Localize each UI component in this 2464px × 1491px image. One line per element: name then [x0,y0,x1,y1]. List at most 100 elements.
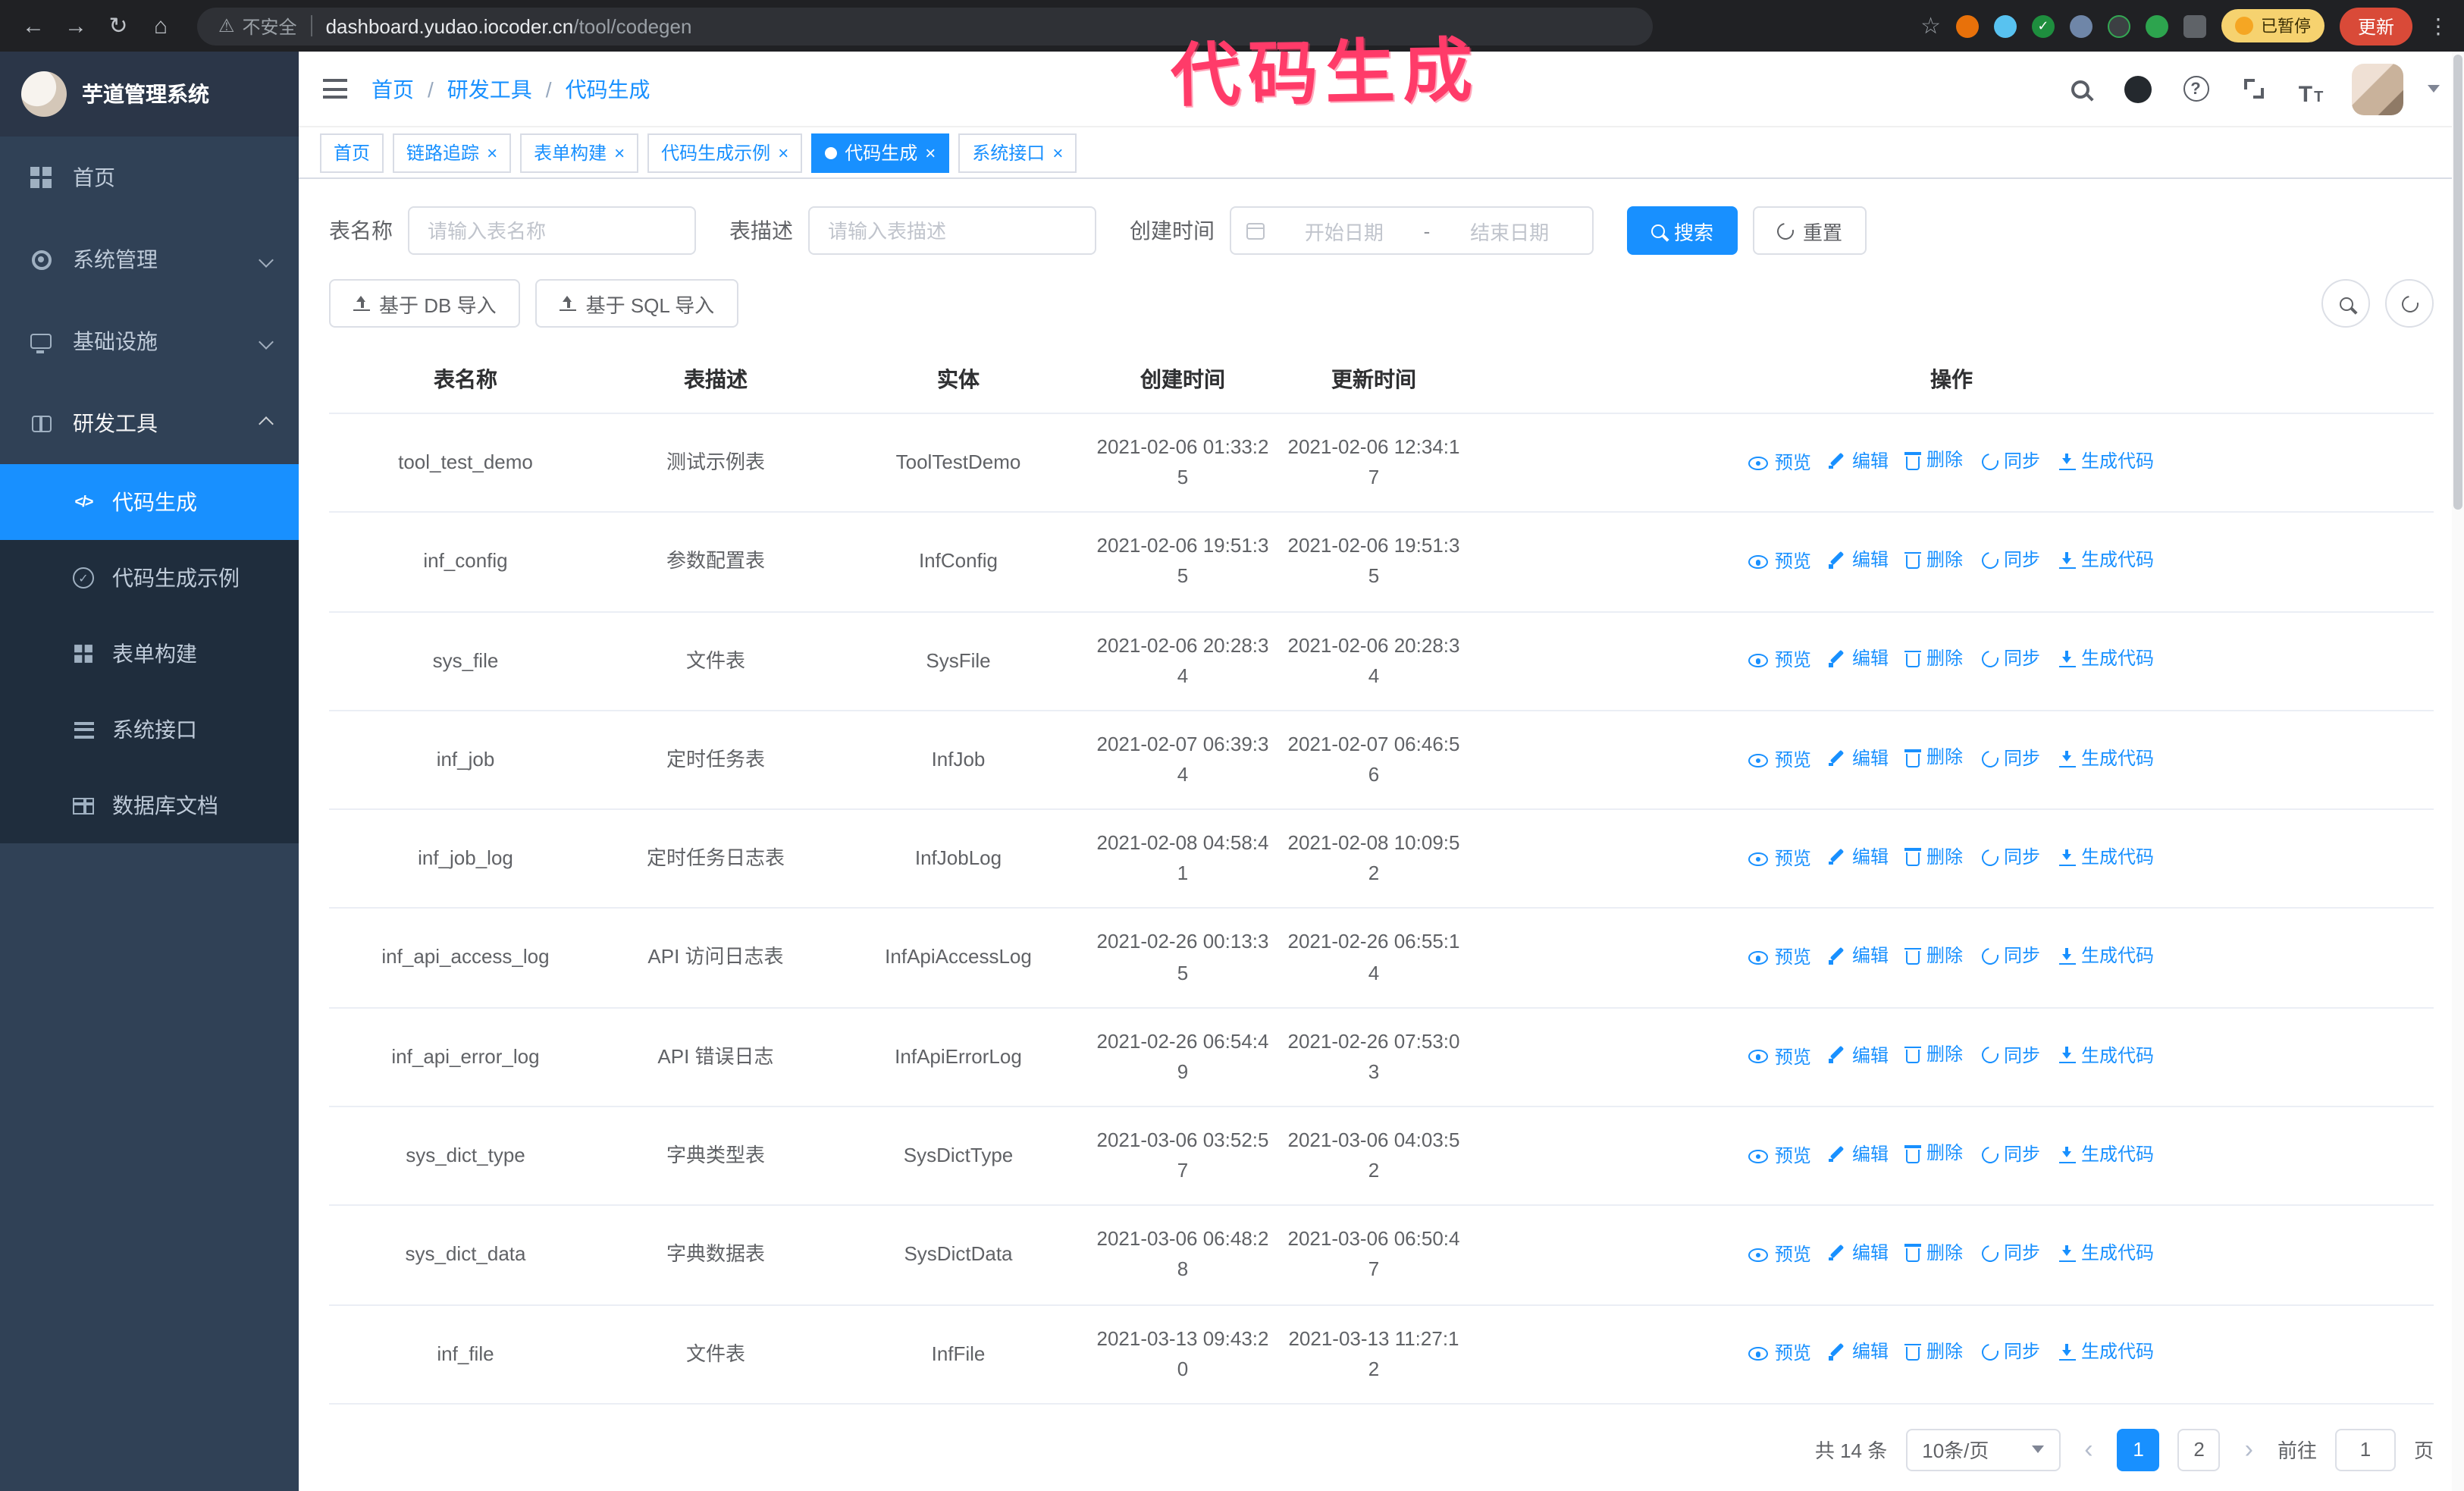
insecure-warning[interactable]: ⚠ 不安全 [218,13,297,39]
preview-link[interactable]: 预览 [1748,449,1811,477]
extension-icon[interactable]: ✓ [2031,14,2055,37]
url-text[interactable]: dashboard.yudao.iocoder.cn/tool/codegen [326,14,692,37]
end-date-input[interactable]: 结束日期 [1442,216,1577,245]
sidebar-item-db-doc[interactable]: 数据库文档 [0,767,299,843]
font-size-icon[interactable]: TT [2294,72,2328,105]
preview-link[interactable]: 预览 [1748,548,1811,576]
collapse-sidebar-icon[interactable] [323,79,347,99]
edit-link[interactable]: 编辑 [1829,645,1889,673]
close-icon[interactable]: × [614,143,625,162]
extension-icon[interactable] [1955,14,1979,37]
page-size-select[interactable]: 10条/页 [1905,1428,2061,1471]
date-range-picker[interactable]: 开始日期 - 结束日期 [1230,206,1594,255]
search-icon[interactable] [2064,72,2097,105]
chevron-down-icon[interactable] [2428,85,2440,93]
forward-icon[interactable]: → [58,8,94,44]
prev-page-button[interactable]: ‹ [2078,1437,2099,1463]
preview-link[interactable]: 预览 [1748,1241,1811,1269]
tab-codegen[interactable]: 代码生成 × [811,133,950,172]
scrollbar[interactable] [2452,52,2464,1491]
close-icon[interactable]: × [778,143,788,162]
edit-link[interactable]: 编辑 [1829,546,1889,574]
avatar[interactable] [2352,63,2403,115]
page-number-2[interactable]: 2 [2177,1428,2221,1471]
goto-page-input[interactable] [2334,1428,2396,1471]
fullscreen-icon[interactable] [2237,72,2270,105]
preview-link[interactable]: 预览 [1748,746,1811,774]
edit-link[interactable]: 编辑 [1829,843,1889,871]
paused-badge[interactable]: 已暂停 [2221,9,2324,42]
puzzle-icon[interactable] [2183,14,2206,37]
start-date-input[interactable]: 开始日期 [1277,216,1412,245]
help-icon[interactable]: ? [2179,72,2212,105]
tab-codegen-example[interactable]: 代码生成示例 × [647,133,803,172]
breadcrumb-item[interactable]: 首页 [371,74,414,104]
edit-link[interactable]: 编辑 [1829,447,1889,476]
sidebar-item-system-api[interactable]: 系统接口 [0,692,299,767]
sidebar-item-infrastructure[interactable]: 基础设施 [0,300,299,382]
close-icon[interactable]: × [487,143,497,162]
close-icon[interactable]: × [925,143,936,162]
sidebar-item-dev-tools[interactable]: 研发工具 [0,382,299,464]
sidebar-item-codegen-example[interactable]: ✓ 代码生成示例 [0,540,299,616]
generate-code-link[interactable]: 生成代码 [2058,1041,2154,1069]
edit-link[interactable]: 编辑 [1829,1239,1889,1267]
reload-icon[interactable]: ↻ [100,8,136,44]
sync-link[interactable]: 同步 [1977,447,2040,476]
preview-link[interactable]: 预览 [1748,845,1811,873]
generate-code-link[interactable]: 生成代码 [2058,1339,2154,1367]
sync-link[interactable]: 同步 [1977,546,2040,574]
preview-link[interactable]: 预览 [1748,647,1811,675]
sync-link[interactable]: 同步 [1977,1041,2040,1069]
tab-system-api[interactable]: 系统接口 × [958,133,1077,172]
sync-link[interactable]: 同步 [1977,943,2040,971]
tab-form-builder[interactable]: 表单构建 × [520,133,639,172]
sync-link[interactable]: 同步 [1977,1239,2040,1267]
browser-menu-icon[interactable]: ⋮ [2428,13,2449,39]
generate-code-link[interactable]: 生成代码 [2058,745,2154,773]
back-icon[interactable]: ← [15,8,52,44]
edit-link[interactable]: 编辑 [1829,745,1889,773]
home-icon[interactable]: ⌂ [143,8,179,44]
preview-link[interactable]: 预览 [1748,944,1811,972]
edit-link[interactable]: 编辑 [1829,943,1889,971]
extension-icon[interactable] [2107,14,2130,37]
preview-link[interactable]: 预览 [1748,1340,1811,1368]
sql-import-button[interactable]: 基于 SQL 导入 [535,279,739,328]
generate-code-link[interactable]: 生成代码 [2058,843,2154,871]
generate-code-link[interactable]: 生成代码 [2058,1141,2154,1169]
toggle-search-button[interactable] [2321,279,2370,328]
sync-link[interactable]: 同步 [1977,1141,2040,1169]
github-icon[interactable] [2121,72,2155,105]
delete-link[interactable]: 删除 [1904,942,1963,970]
breadcrumb-item[interactable]: 研发工具 [447,74,532,104]
close-icon[interactable]: × [1052,143,1063,162]
table-name-input[interactable] [408,206,696,255]
tab-home[interactable]: 首页 [320,133,384,172]
delete-link[interactable]: 删除 [1904,1140,1963,1168]
table-desc-input[interactable] [808,206,1096,255]
bookmark-star-icon[interactable]: ☆ [1920,12,1941,39]
sync-link[interactable]: 同步 [1977,645,2040,673]
preview-link[interactable]: 预览 [1748,1142,1811,1170]
tab-trace[interactable]: 链路追踪 × [393,133,512,172]
reset-button[interactable]: 重置 [1753,206,1867,255]
delete-link[interactable]: 删除 [1904,1338,1963,1366]
generate-code-link[interactable]: 生成代码 [2058,1239,2154,1267]
generate-code-link[interactable]: 生成代码 [2058,943,2154,971]
edit-link[interactable]: 编辑 [1829,1339,1889,1367]
sync-link[interactable]: 同步 [1977,745,2040,773]
sync-link[interactable]: 同步 [1977,843,2040,871]
delete-link[interactable]: 删除 [1904,843,1963,871]
next-page-button[interactable]: › [2239,1437,2259,1463]
generate-code-link[interactable]: 生成代码 [2058,546,2154,574]
sidebar-item-home[interactable]: 首页 [0,137,299,218]
page-number-1[interactable]: 1 [2117,1428,2160,1471]
edit-link[interactable]: 编辑 [1829,1041,1889,1069]
app-logo-row[interactable]: 芋道管理系统 [0,52,299,137]
sidebar-item-form-builder[interactable]: 表单构建 [0,616,299,692]
extension-icon[interactable] [2145,14,2168,37]
delete-link[interactable]: 删除 [1904,447,1963,475]
generate-code-link[interactable]: 生成代码 [2058,645,2154,673]
edit-link[interactable]: 编辑 [1829,1141,1889,1169]
